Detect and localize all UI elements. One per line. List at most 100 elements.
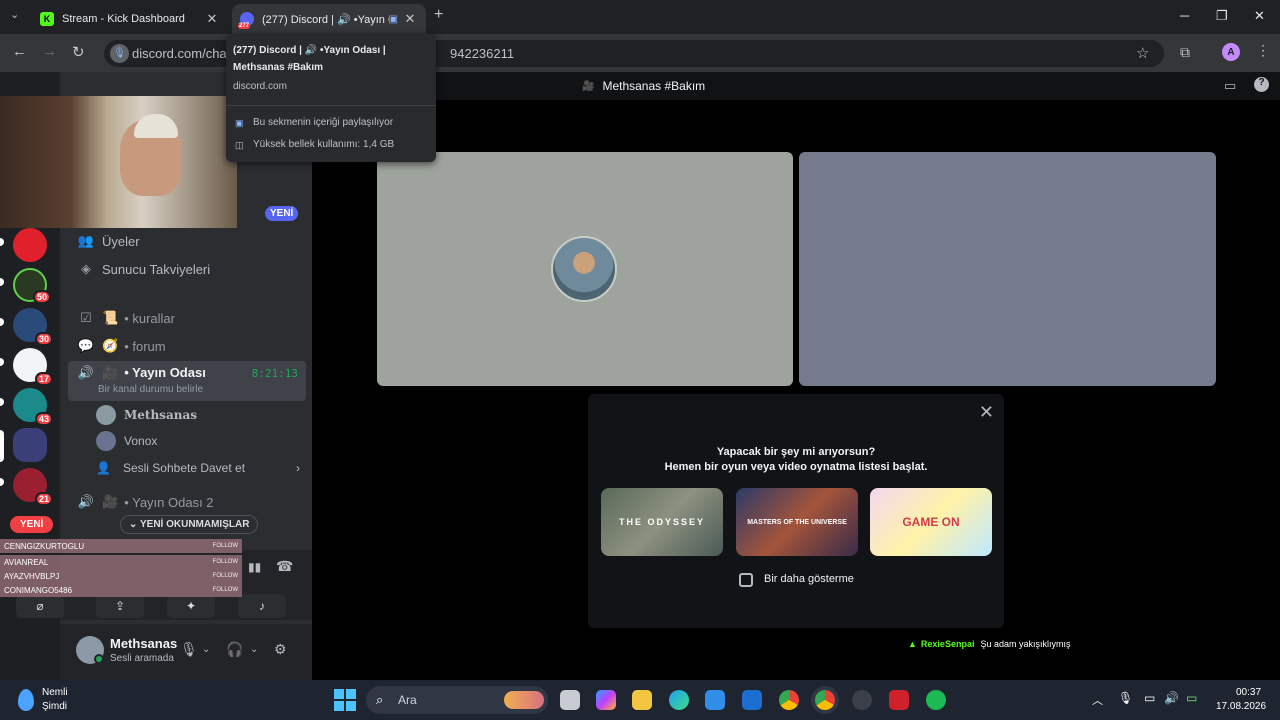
volume-icon[interactable]: 🔊 xyxy=(1164,691,1179,705)
tab-discord[interactable]: 277 (277) Discord | 🔊 •Yayın Od ▣ ✕ xyxy=(232,4,426,34)
voice-member[interactable]: Vonox xyxy=(96,429,157,453)
discord-icon: 277 xyxy=(238,12,254,29)
weather-drop-icon[interactable] xyxy=(18,689,34,711)
chrome-icon[interactable] xyxy=(779,690,799,710)
mail-icon[interactable] xyxy=(742,690,762,710)
activity-prompt-subtitle: Hemen bir oyun veya video oynatma listes… xyxy=(664,461,928,473)
unread-pill xyxy=(0,358,4,366)
chevron-down-icon[interactable]: ⌄ xyxy=(202,644,210,655)
mention-badge: 30 xyxy=(34,332,53,346)
chrome-active-icon[interactable] xyxy=(815,690,835,710)
search-icon: ⌕ xyxy=(376,692,384,707)
taskbar-search[interactable]: ⌕ Ara xyxy=(366,686,548,714)
help-icon[interactable]: ? xyxy=(1254,77,1269,92)
channel-voice-active[interactable]: 🔊 🎥 • Yayın Odası 8:21:13 Bir kanal duru… xyxy=(68,361,306,401)
reload-icon[interactable]: ↻ xyxy=(72,43,85,61)
minimize-icon[interactable]: ─ xyxy=(1180,8,1189,23)
back-icon[interactable]: ← xyxy=(12,43,27,60)
disconnect-icon[interactable]: ☎ xyxy=(276,558,293,575)
url-text-left: discord.com/chan xyxy=(132,46,234,61)
task-view-icon[interactable] xyxy=(560,690,580,710)
follower-row: AVIANREAL FOLLOW xyxy=(0,555,242,569)
clock-time[interactable]: 00:37 xyxy=(1236,687,1261,698)
extensions-icon[interactable]: ⧉ xyxy=(1180,44,1190,61)
obs-icon[interactable] xyxy=(852,690,872,710)
chevron-up-icon[interactable]: ︿ xyxy=(1092,692,1103,708)
webcam-overlay xyxy=(0,96,237,228)
unread-pill xyxy=(0,478,4,486)
file-explorer-icon[interactable] xyxy=(632,690,652,710)
hover-card-title: (277) Discord | 🔊 •Yayın Odası | xyxy=(233,45,386,56)
copilot-icon[interactable] xyxy=(596,690,616,710)
channel-status[interactable]: Bir kanal durumu belirle xyxy=(98,384,203,395)
activity-card-game-on[interactable]: GAME ON xyxy=(870,488,992,556)
menu-dots-icon[interactable]: ⋮ xyxy=(1256,42,1270,59)
restore-icon[interactable]: ❐ xyxy=(1216,8,1228,24)
server-icon[interactable]: 30 xyxy=(13,308,53,346)
weather-condition[interactable]: Nemli xyxy=(42,687,68,698)
camera-off-button[interactable]: ⌀ xyxy=(16,594,64,618)
game-title: GAME ON xyxy=(902,515,960,529)
bookmark-star-icon[interactable]: ☆ xyxy=(1136,44,1149,62)
activity-card-odyssey[interactable]: THE ODYSSEY xyxy=(601,488,723,556)
close-tab-icon[interactable]: ✕ xyxy=(402,11,418,27)
participant-tile-vonox[interactable] xyxy=(799,152,1216,386)
channel-forum[interactable]: 💬 🧭 • forum xyxy=(68,332,306,360)
channel-boosts[interactable]: ◈ Sunucu Takviyeleri xyxy=(68,255,306,283)
battery-icon[interactable]: ▭ xyxy=(1186,691,1197,705)
microphone-icon[interactable]: 🎙 xyxy=(110,44,129,63)
microphone-icon[interactable]: 🎙 xyxy=(180,641,198,658)
network-icon[interactable]: ▭ xyxy=(1144,691,1155,705)
dont-show-again-checkbox[interactable] xyxy=(739,573,753,587)
inbox-icon[interactable]: ▭ xyxy=(1224,78,1236,94)
store-icon[interactable] xyxy=(705,690,725,710)
windows-taskbar: Nemli Şimdi ⌕ Ara ︿ 🎙 ▭ 🔊 ▭ 00:37 17.08.… xyxy=(0,680,1280,720)
speaker-icon: 🔊 xyxy=(77,494,95,509)
share-screen-button[interactable]: ⇪ xyxy=(96,594,144,618)
channel-label: • Yayın Odası xyxy=(124,365,206,380)
server-icon[interactable]: 50 xyxy=(13,268,51,304)
headphones-icon[interactable]: 🎧 xyxy=(226,641,243,658)
activity-card-masters[interactable]: MASTERS OF THE UNIVERSE xyxy=(736,488,858,556)
channel-rules[interactable]: ☑ 📜 • kurallar xyxy=(68,304,306,332)
channel-voice-2[interactable]: 🔊 🎥 • Yayın Odası 2 xyxy=(68,488,306,516)
microphone-icon[interactable]: 🎙 xyxy=(1118,691,1133,705)
search-placeholder: Ara xyxy=(398,693,417,707)
server-icon[interactable]: 21 xyxy=(13,468,53,506)
chevron-down-icon: ⌄ xyxy=(129,519,140,530)
clock-date[interactable]: 17.08.2026 xyxy=(1216,701,1266,712)
windows-start-icon[interactable] xyxy=(334,689,356,711)
app-red-icon[interactable] xyxy=(889,690,909,710)
forward-icon[interactable]: → xyxy=(42,43,57,60)
tab-kick-dashboard[interactable]: K Stream - Kick Dashboard ✕ xyxy=(32,4,228,34)
profile-avatar[interactable]: A xyxy=(1222,43,1240,61)
mention-badge: 17 xyxy=(34,372,53,386)
new-badge[interactable]: YENİ xyxy=(265,206,299,221)
spotify-icon[interactable] xyxy=(926,690,946,710)
server-icon[interactable]: 17 xyxy=(13,348,53,386)
new-tab-button[interactable]: + xyxy=(434,6,450,24)
server-icon[interactable] xyxy=(13,228,47,262)
invite-to-voice[interactable]: 👤 Sesli Sohbete Davet et › xyxy=(96,456,300,480)
channel-members[interactable]: 👥 Üyeler xyxy=(68,227,306,255)
kick-icon: K xyxy=(40,12,54,26)
edge-icon[interactable] xyxy=(669,690,689,710)
soundboard-button[interactable]: ♪ xyxy=(238,594,286,618)
close-icon[interactable]: ✕ xyxy=(979,402,994,423)
tab-search-dropdown-icon[interactable]: ⌄ xyxy=(10,8,19,21)
activities-button[interactable]: ✦ xyxy=(167,594,215,618)
settings-gear-icon[interactable]: ⚙ xyxy=(274,641,287,658)
close-tab-icon[interactable]: ✕ xyxy=(204,11,220,27)
voice-member[interactable]: Methsanas xyxy=(96,403,197,427)
unreads-label: YENİ OKUNMAMIŞLAR xyxy=(139,519,250,530)
chevron-down-icon[interactable]: ⌄ xyxy=(250,644,258,655)
server-icon-selected[interactable] xyxy=(13,428,47,462)
call-stage: 🎥 Methsanas #Bakım ▭ ? ✕ Yapacak bir şey… xyxy=(312,72,1280,680)
browser-tab-bar: ⌄ K Stream - Kick Dashboard ✕ 277 (277) … xyxy=(0,0,1280,34)
new-unreads-pill[interactable]: ⌄ YENİ OKUNMAMIŞLAR xyxy=(120,515,259,534)
close-window-icon[interactable]: ✕ xyxy=(1254,8,1265,24)
participant-tile-methsanas[interactable] xyxy=(377,152,793,386)
new-mentions-pill[interactable]: YENİ xyxy=(10,516,54,533)
server-icon[interactable]: 43 xyxy=(13,388,53,426)
weather-time[interactable]: Şimdi xyxy=(42,701,67,712)
